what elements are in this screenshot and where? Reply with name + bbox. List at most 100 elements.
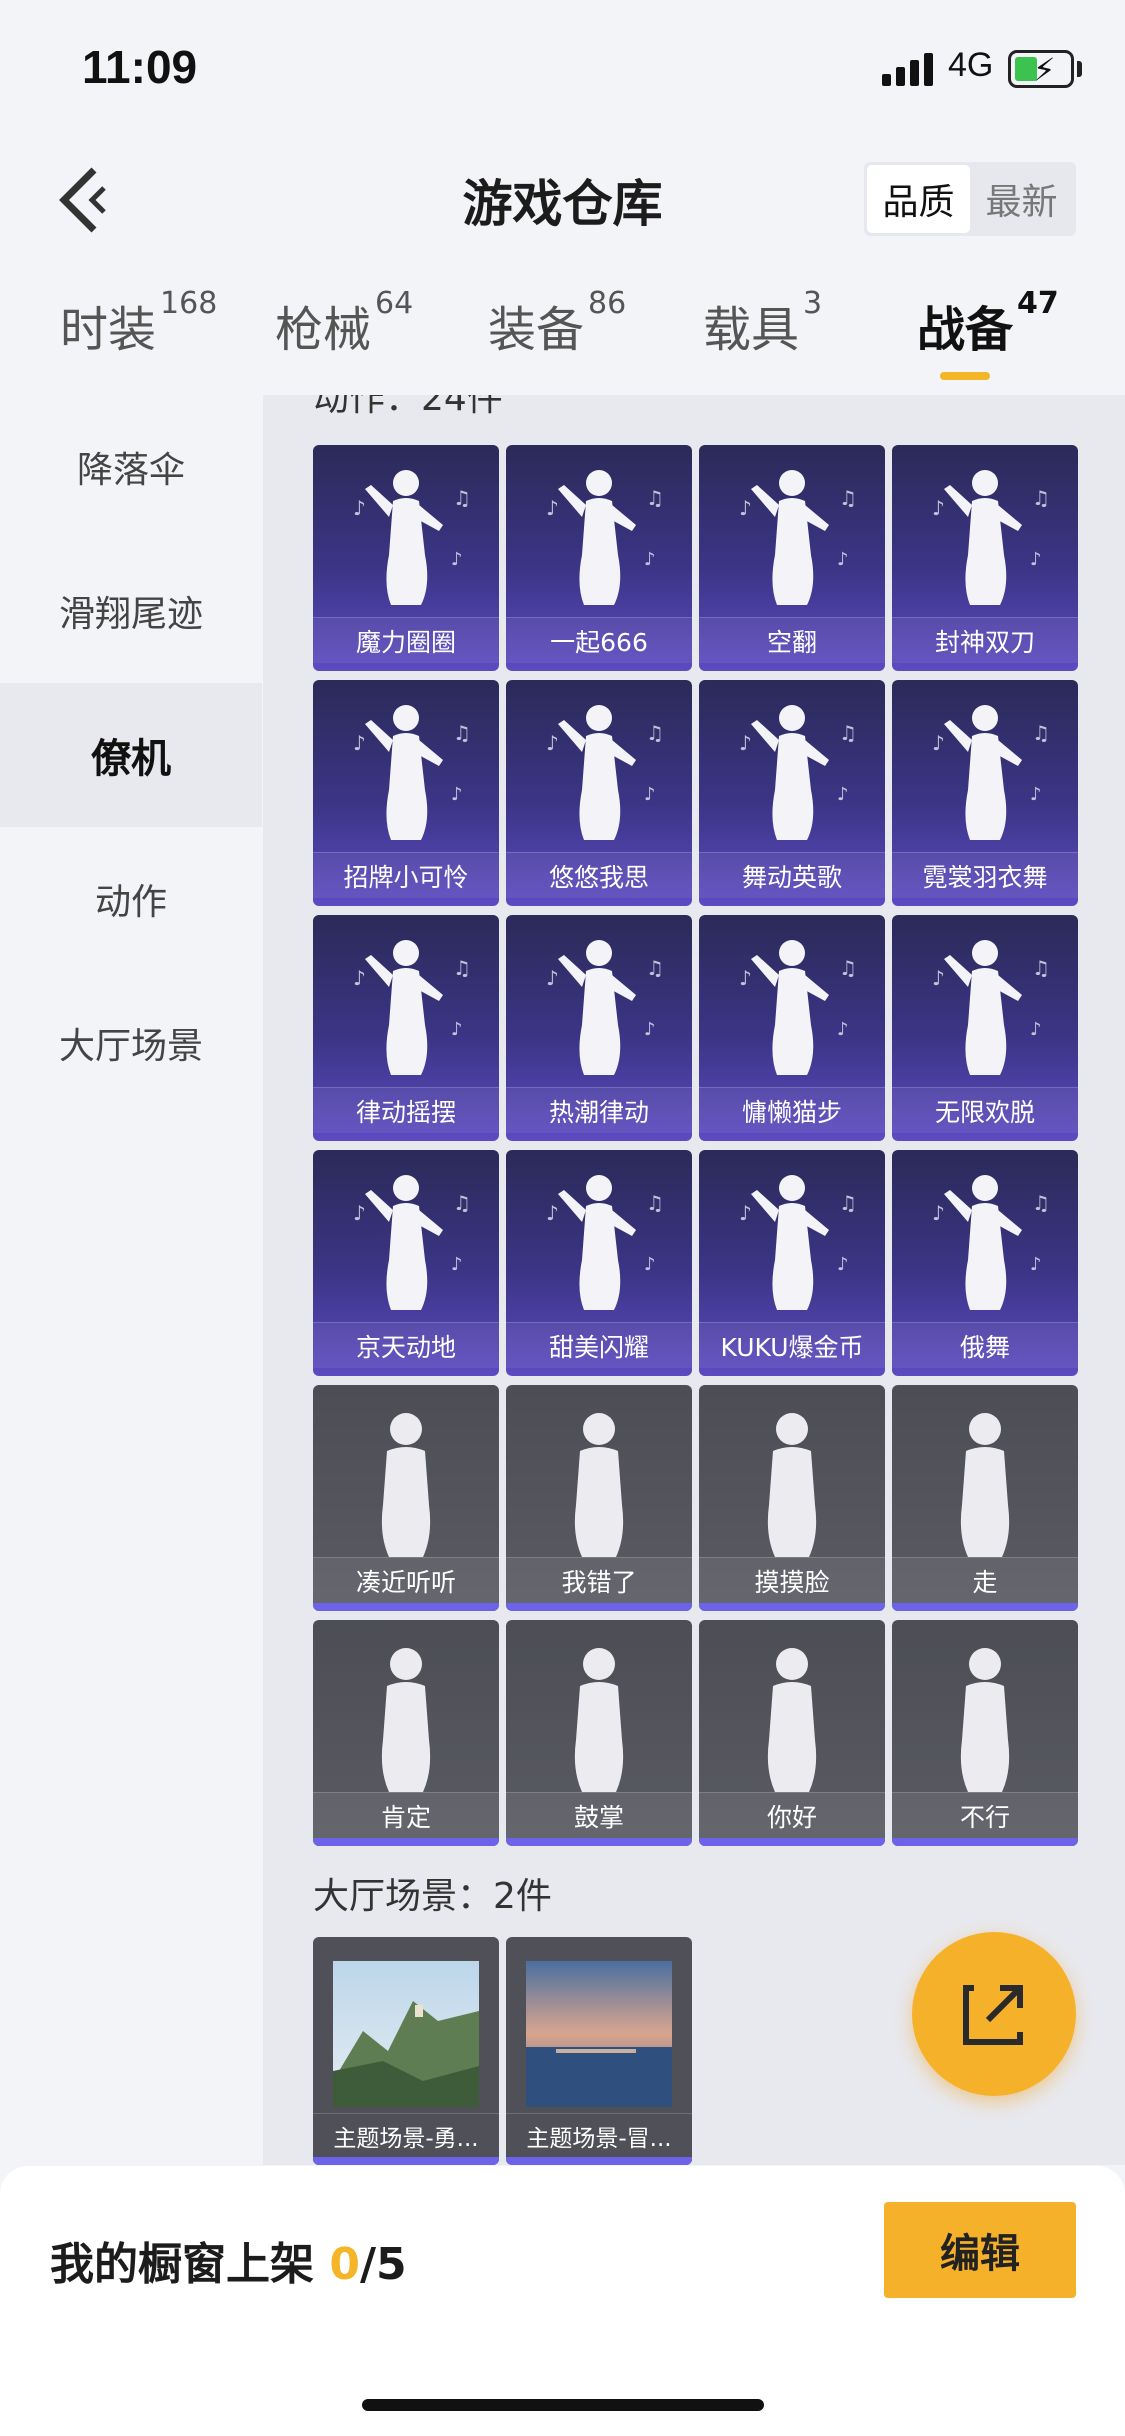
showcase-label: 我的橱窗上架 <box>50 2239 330 2290</box>
rarity-bar <box>699 1838 885 1846</box>
sidebar-item-parachute[interactable]: 降落伞 <box>0 395 262 539</box>
scenes-row: 主题场景-勇... 主题场景-冒... <box>313 1937 692 2165</box>
action-card[interactable]: 摸摸脸 <box>699 1385 885 1611</box>
svg-text:♫: ♫ <box>646 1191 664 1215</box>
action-card[interactable]: ♪ ♫ ♪ 霓裳羽衣舞 <box>892 680 1078 906</box>
rarity-bar <box>313 1838 499 1846</box>
action-card[interactable]: ♪ ♫ ♪ 慵懒猫步 <box>699 915 885 1141</box>
scene-card[interactable]: 主题场景-冒... <box>506 1937 692 2165</box>
action-card[interactable]: ♪ ♫ ♪ 律动摇摆 <box>313 915 499 1141</box>
svg-text:♫: ♫ <box>1032 1191 1050 1215</box>
sort-toggle: 品质 最新 <box>864 162 1076 236</box>
action-card[interactable]: ♪ ♫ ♪ 空翻 <box>699 445 885 671</box>
action-card[interactable]: ♪ ♫ ♪ 一起666 <box>506 445 692 671</box>
action-card[interactable]: 凑近听听 <box>313 1385 499 1611</box>
svg-text:♪: ♪ <box>451 784 463 805</box>
clapping-hands-icon <box>574 1648 624 1792</box>
tab-label: 载具 <box>703 302 800 358</box>
svg-text:♫: ♫ <box>1032 486 1050 510</box>
touch-face-icon <box>767 1413 817 1557</box>
actions-section-title: 动作：24件 <box>313 395 503 419</box>
svg-text:♪: ♪ <box>644 1254 656 1275</box>
action-label: 京天动地 <box>313 1322 499 1368</box>
action-card[interactable]: ♪ ♫ ♪ 无限欢脱 <box>892 915 1078 1141</box>
scene-label: 主题场景-勇... <box>313 2113 499 2157</box>
svg-text:♫: ♫ <box>1032 956 1050 980</box>
action-card[interactable]: ♪ ♫ ♪ 甜美闪耀 <box>506 1150 692 1376</box>
svg-text:♪: ♪ <box>1030 1254 1042 1275</box>
dance-pose-icon: ♪ ♫ ♪ <box>546 470 664 605</box>
battery-icon: ⚡ <box>1008 50 1074 89</box>
rarity-bar <box>313 1603 499 1611</box>
action-card[interactable]: 不行 <box>892 1620 1078 1846</box>
svg-text:♪: ♪ <box>739 731 752 755</box>
action-card[interactable]: ♪ ♫ ♪ 热潮律动 <box>506 915 692 1141</box>
scene-card[interactable]: 主题场景-勇... <box>313 1937 499 2165</box>
action-card[interactable]: 鼓掌 <box>506 1620 692 1846</box>
action-label: 招牌小可怜 <box>313 852 499 898</box>
svg-text:♫: ♫ <box>839 721 857 745</box>
action-card[interactable]: ♪ ♫ ♪ 京天动地 <box>313 1150 499 1376</box>
scenes-section-title: 大厅场景：2件 <box>313 1876 552 1917</box>
sidebar-item-lobby-scene[interactable]: 大厅场景 <box>0 971 262 1115</box>
action-card[interactable]: 我错了 <box>506 1385 692 1611</box>
svg-text:♪: ♪ <box>1030 549 1042 570</box>
tab-vehicles[interactable]: 载具 3 <box>703 286 822 360</box>
content-panel[interactable]: 动作：24件 ♪ ♫ ♪ 魔力圈圈 ♪ ♫ ♪ 一起666 ♪ ♫ ♪ 空翻 ♪ ♫ ♪ 封神双刀 ♪ ♫ ♪ 招牌小… <box>263 395 1125 2165</box>
svg-text:♫: ♫ <box>453 956 471 980</box>
home-indicator[interactable] <box>362 2399 764 2411</box>
svg-text:♪: ♪ <box>1030 1019 1042 1040</box>
shake-head-icon <box>960 1648 1010 1792</box>
action-card[interactable]: 肯定 <box>313 1620 499 1846</box>
sort-newest-button[interactable]: 最新 <box>970 165 1073 233</box>
action-card[interactable]: ♪ ♫ ♪ 舞动英歌 <box>699 680 885 906</box>
sidebar-item-actions[interactable]: 动作 <box>0 827 262 971</box>
action-label: KUKU爆金币 <box>699 1322 885 1368</box>
svg-text:♪: ♪ <box>546 1201 559 1225</box>
svg-text:♫: ♫ <box>839 1191 857 1215</box>
dance-pose-icon: ♪ ♫ ♪ <box>353 940 471 1075</box>
dance-pose-icon: ♪ ♫ ♪ <box>546 1175 664 1310</box>
svg-text:♪: ♪ <box>739 966 752 990</box>
action-label: 封神双刀 <box>892 617 1078 663</box>
action-label: 热潮律动 <box>506 1087 692 1133</box>
sidebar-item-wingman[interactable]: 僚机 <box>0 683 262 827</box>
action-card[interactable]: ♪ ♫ ♪ 俄舞 <box>892 1150 1078 1376</box>
action-label: 凑近听听 <box>313 1557 499 1603</box>
sidebar-item-glide-trail[interactable]: 滑翔尾迹 <box>0 539 262 683</box>
status-time: 11:09 <box>82 41 198 93</box>
svg-text:♪: ♪ <box>644 784 656 805</box>
tab-equipment[interactable]: 装备 86 <box>488 286 626 360</box>
svg-text:♪: ♪ <box>837 1254 849 1275</box>
svg-text:♪: ♪ <box>546 966 559 990</box>
sort-quality-button[interactable]: 品质 <box>867 165 970 233</box>
svg-text:♪: ♪ <box>932 496 945 520</box>
svg-text:♪: ♪ <box>644 1019 656 1040</box>
bottom-bar: 我的橱窗上架 0/5 编辑 <box>0 2166 1125 2436</box>
edit-button[interactable]: 编辑 <box>884 2202 1076 2298</box>
svg-text:♫: ♫ <box>646 486 664 510</box>
action-card[interactable]: 走 <box>892 1385 1078 1611</box>
pointing-hand-icon <box>960 1413 1010 1557</box>
svg-text:♪: ♪ <box>546 731 559 755</box>
action-card[interactable]: ♪ ♫ ♪ 招牌小可怜 <box>313 680 499 906</box>
svg-text:♪: ♪ <box>932 731 945 755</box>
svg-text:♫: ♫ <box>839 486 857 510</box>
tab-readiness[interactable]: 战备 47 <box>917 286 1059 360</box>
svg-text:♪: ♪ <box>739 1201 752 1225</box>
svg-text:♪: ♪ <box>1030 784 1042 805</box>
tab-guns[interactable]: 枪械 64 <box>275 286 413 360</box>
tab-fashion[interactable]: 时装 168 <box>60 286 217 360</box>
action-card[interactable]: ♪ ♫ ♪ 魔力圈圈 <box>313 445 499 671</box>
share-button[interactable] <box>912 1932 1076 2096</box>
action-label: 你好 <box>699 1792 885 1838</box>
action-card[interactable]: ♪ ♫ ♪ 封神双刀 <box>892 445 1078 671</box>
action-label: 悠悠我思 <box>506 852 692 898</box>
action-card[interactable]: 你好 <box>699 1620 885 1846</box>
action-card[interactable]: ♪ ♫ ♪ KUKU爆金币 <box>699 1150 885 1376</box>
dance-pose-icon: ♪ ♫ ♪ <box>932 940 1050 1075</box>
svg-text:♫: ♫ <box>839 956 857 980</box>
rarity-bar <box>506 1838 692 1846</box>
sorry-pose-icon <box>574 1413 624 1557</box>
action-card[interactable]: ♪ ♫ ♪ 悠悠我思 <box>506 680 692 906</box>
